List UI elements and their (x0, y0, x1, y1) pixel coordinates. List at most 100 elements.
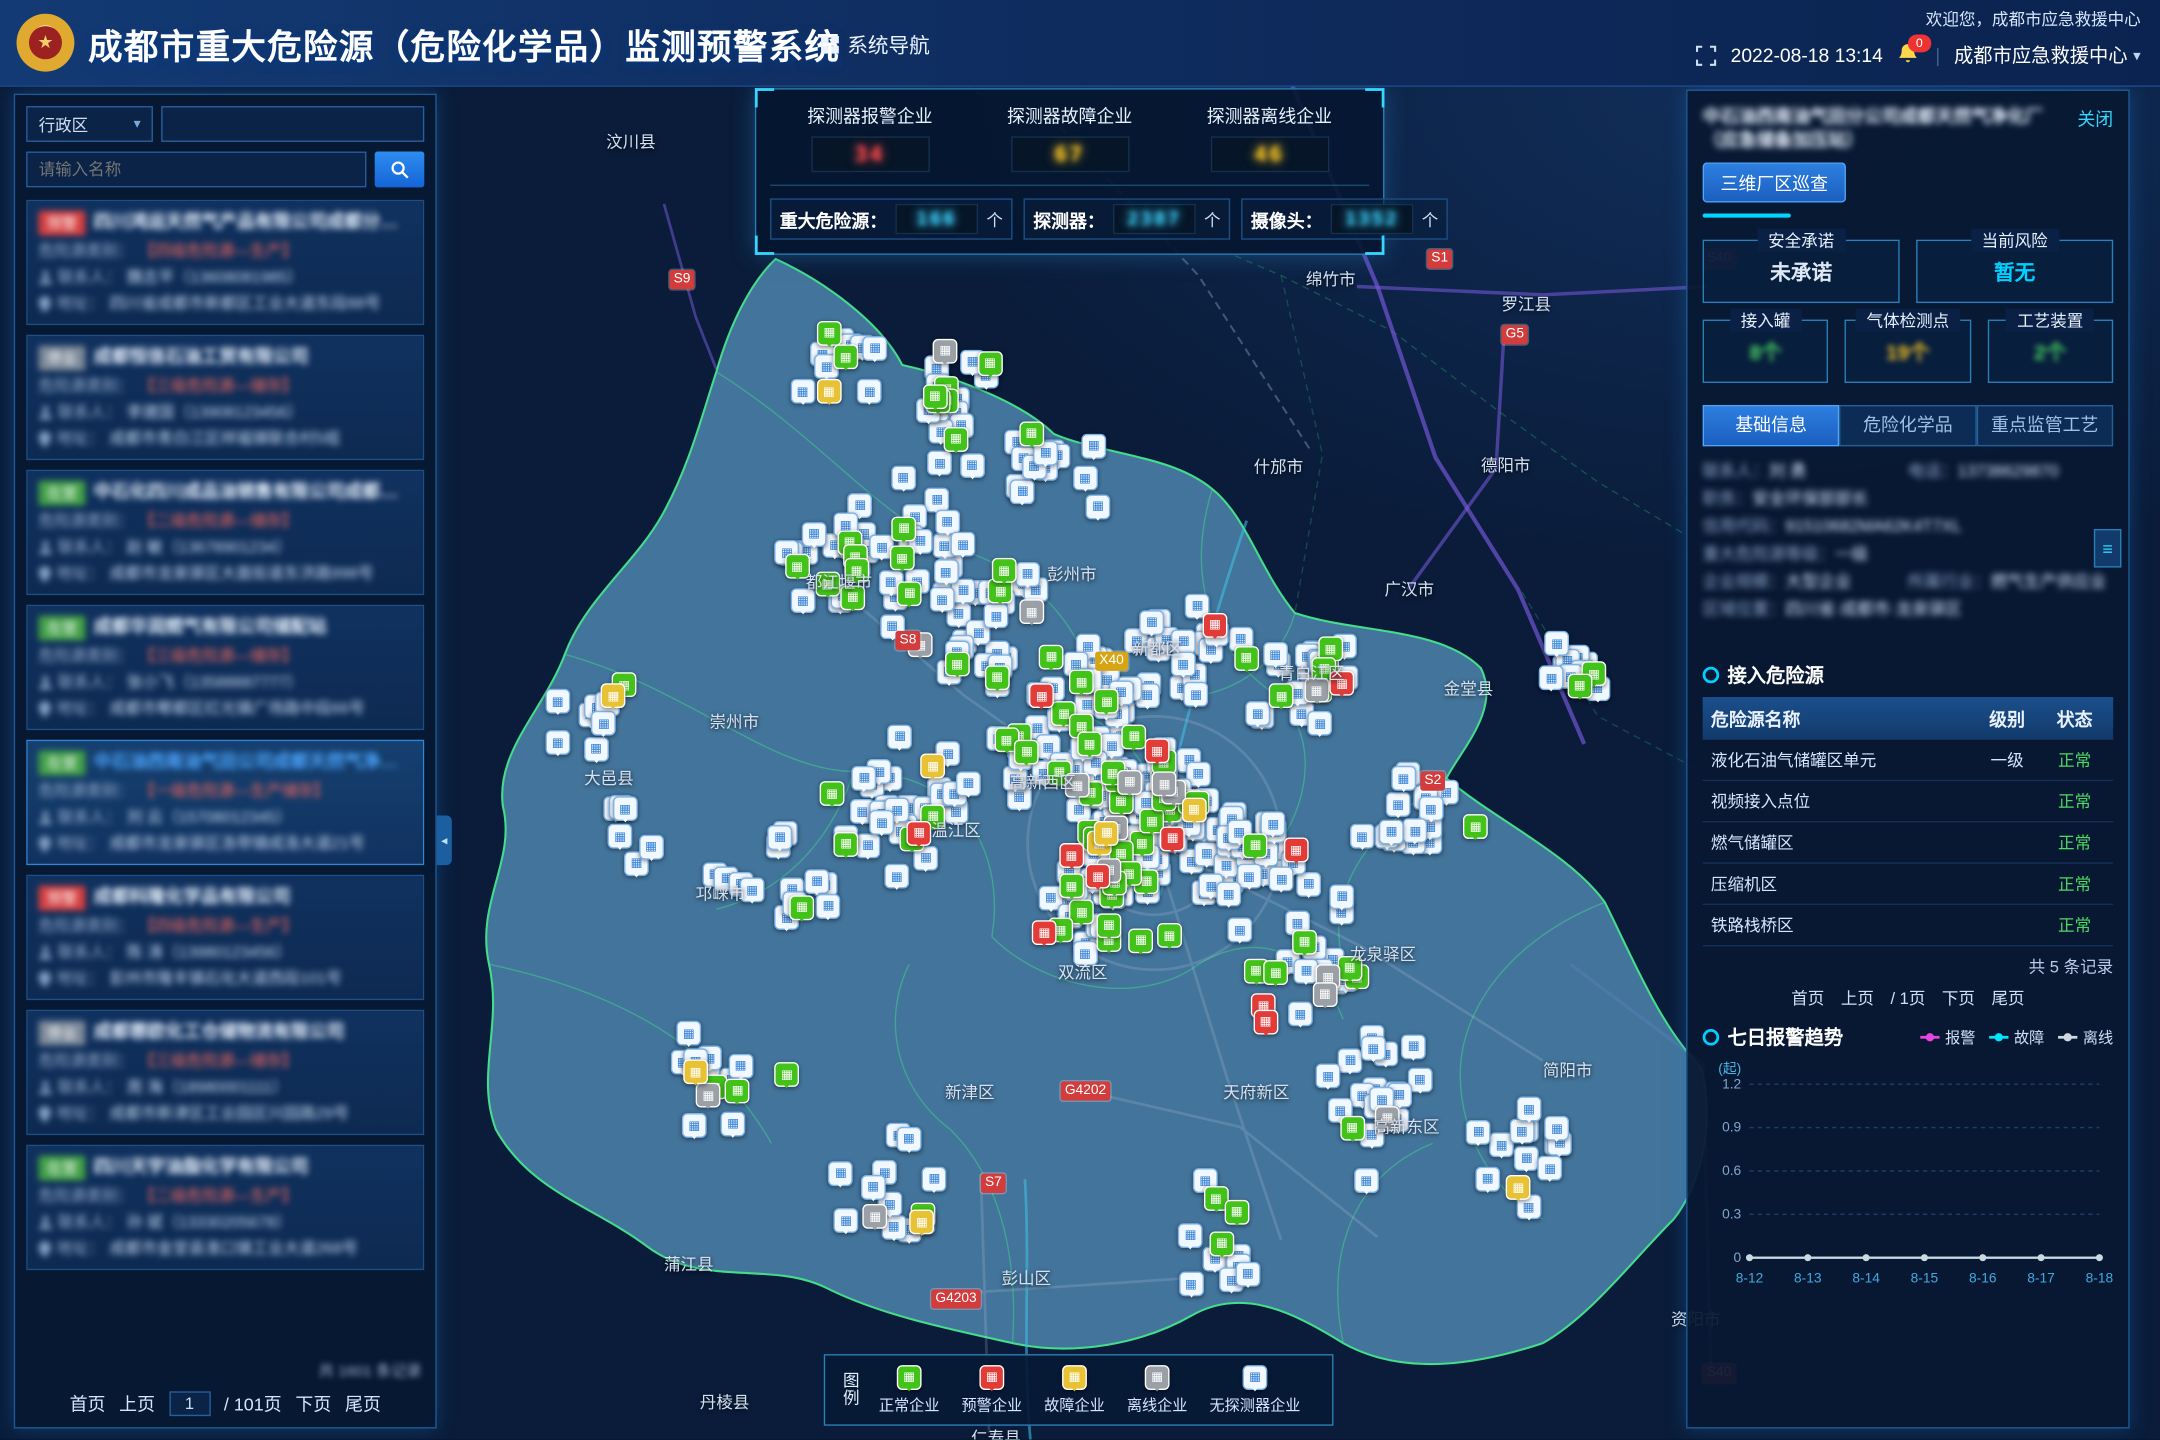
map-marker-fault[interactable] (1182, 797, 1207, 822)
map-marker-no-detector[interactable] (828, 1161, 853, 1186)
map-marker-normal[interactable] (790, 895, 815, 920)
map-marker-normal[interactable] (1234, 646, 1259, 671)
map-marker-no-detector[interactable] (740, 878, 765, 903)
expand-detail-button[interactable]: ≡ (2094, 529, 2122, 568)
map-marker-normal[interactable] (1157, 923, 1182, 948)
map-marker-normal[interactable] (992, 558, 1017, 583)
map-marker-no-detector[interactable] (1269, 867, 1294, 892)
3d-patrol-button[interactable]: 三维厂区巡查 (1703, 163, 1846, 203)
map-marker-no-detector[interactable] (1015, 562, 1040, 587)
company-card[interactable]: 在营 成都华润燃气有限公司储配站 危险源类别： 【三级危险源—储存】 联系人： (26, 605, 424, 730)
map-marker-no-detector[interactable] (933, 559, 958, 584)
map-marker-normal[interactable] (840, 585, 865, 610)
map-marker-offline[interactable] (863, 1205, 888, 1230)
search-button[interactable] (375, 152, 425, 188)
map-marker-alarm[interactable] (1284, 838, 1309, 863)
map-marker-normal[interactable] (1340, 1116, 1365, 1141)
company-card[interactable]: 在营 四川天宇油脂化学有限公司 危险源类别： 【二级危险源—生产】 联系人： (26, 1145, 424, 1270)
map-marker-no-detector[interactable] (1517, 1097, 1542, 1122)
map-marker-offline[interactable] (1375, 1106, 1400, 1131)
map-marker-normal[interactable] (844, 558, 869, 583)
prev-page-button[interactable]: 上页 (119, 1390, 155, 1416)
map-marker-no-detector[interactable] (1316, 1064, 1341, 1089)
map-marker-normal[interactable] (1096, 913, 1121, 938)
map-marker-no-detector[interactable] (960, 453, 985, 478)
company-card[interactable]: 在营 中石油西南油气田公司成都天然气净化厂 危险源类别： 【一级危险源—生产储存… (26, 740, 424, 865)
map-marker-normal[interactable] (1015, 739, 1040, 764)
map-marker-fault[interactable] (921, 754, 946, 779)
map-marker-no-detector[interactable] (545, 689, 570, 714)
map-marker-no-detector[interactable] (639, 835, 664, 860)
notification-bell[interactable]: 0 (1897, 43, 1922, 68)
map-marker-normal[interactable] (1129, 928, 1154, 953)
map-marker-normal[interactable] (815, 572, 840, 597)
map-marker-no-detector[interactable] (1401, 1034, 1426, 1059)
map-marker-no-detector[interactable] (1288, 1002, 1313, 1027)
hazard-table-row[interactable]: 铁路栈桥区 正常 (1703, 905, 2114, 946)
map-marker-no-detector[interactable] (545, 731, 570, 756)
map-marker-no-detector[interactable] (816, 893, 841, 918)
map-marker-normal[interactable] (890, 546, 915, 571)
map-marker-no-detector[interactable] (834, 1209, 859, 1234)
map-marker-normal[interactable] (820, 782, 845, 807)
map-marker-alarm[interactable] (1253, 1009, 1278, 1034)
map-marker-alarm[interactable] (1086, 864, 1111, 889)
map-marker-normal[interactable] (1059, 874, 1084, 899)
map-marker-no-detector[interactable] (1263, 642, 1288, 667)
map-marker-no-detector[interactable] (1245, 701, 1270, 726)
panel-collapse-button[interactable] (437, 816, 452, 866)
first-page-button[interactable]: 首页 (70, 1390, 106, 1416)
map-marker-fault[interactable] (601, 683, 626, 708)
map-marker-no-detector[interactable] (1179, 1272, 1204, 1297)
map-marker-alarm[interactable] (1029, 684, 1054, 709)
map-marker-no-detector[interactable] (922, 1167, 947, 1192)
district-value-input[interactable] (161, 106, 424, 142)
map-marker-no-detector[interactable] (1308, 711, 1333, 736)
hazard-table-row[interactable]: 压缩机区 正常 (1703, 864, 2114, 905)
map-marker-no-detector[interactable] (880, 614, 905, 639)
hazard-table-row[interactable]: 燃气储罐区 正常 (1703, 822, 2114, 863)
map-marker-no-detector[interactable] (768, 825, 793, 850)
map-marker-no-detector[interactable] (1391, 767, 1416, 792)
fullscreen-icon[interactable] (1696, 45, 1717, 66)
company-card[interactable]: 预警 四川鸿运天然气产品有限公司成都分公司 危险源类别： 【四级危险源—生产】 … (26, 200, 424, 325)
map-marker-no-detector[interactable] (888, 724, 913, 749)
map-marker-normal[interactable] (1077, 732, 1102, 757)
district-dropdown[interactable]: 行政区 (26, 106, 153, 142)
map-marker-no-detector[interactable] (1330, 884, 1355, 909)
map-marker-normal[interactable] (1292, 930, 1317, 955)
map-marker-normal[interactable] (985, 665, 1010, 690)
map-marker-no-detector[interactable] (1171, 652, 1196, 677)
map-marker-no-detector[interactable] (1545, 631, 1570, 656)
map-marker-no-detector[interactable] (1086, 494, 1111, 519)
map-marker-no-detector[interactable] (870, 810, 895, 835)
map-marker-normal[interactable] (922, 384, 947, 409)
map-marker-normal[interactable] (1263, 960, 1288, 985)
map-marker-normal[interactable] (1094, 689, 1119, 714)
map-marker-no-detector[interactable] (1216, 882, 1241, 907)
map-marker-no-detector[interactable] (1139, 610, 1164, 635)
map-marker-normal[interactable] (785, 554, 810, 579)
company-card[interactable]: 在营 中石化四川成品油销售有限公司成都分公司 危险源类别： 【二级危险源—储存】… (26, 470, 424, 595)
detail-tab[interactable]: 重点监管工艺 (1976, 405, 2113, 446)
map-marker-no-detector[interactable] (1261, 812, 1286, 837)
map-marker-no-detector[interactable] (613, 797, 638, 822)
map-marker-normal[interactable] (775, 1062, 800, 1087)
map-marker-no-detector[interactable] (1073, 941, 1098, 966)
map-marker-no-detector[interactable] (896, 1126, 921, 1151)
map-marker-normal[interactable] (897, 581, 922, 606)
hazard-table-row[interactable]: 视频接入点位 正常 (1703, 781, 2114, 822)
map-marker-no-detector[interactable] (925, 487, 950, 512)
hazard-prev-page[interactable]: 上页 (1841, 986, 1874, 1009)
map-marker-fault[interactable] (1094, 821, 1119, 846)
map-marker-no-detector[interactable] (1538, 1156, 1563, 1181)
close-button[interactable]: 关闭 (2077, 105, 2113, 131)
map-marker-alarm[interactable] (1145, 739, 1170, 764)
detail-tab[interactable]: 危险化学品 (1839, 405, 1976, 446)
map-marker-offline[interactable] (933, 339, 958, 364)
map-marker-no-detector[interactable] (857, 379, 882, 404)
map-marker-offline[interactable] (1065, 773, 1090, 798)
map-marker-alarm[interactable] (1330, 671, 1355, 696)
map-marker-normal[interactable] (978, 351, 1003, 376)
hazard-last-page[interactable]: 尾页 (1992, 986, 2025, 1009)
